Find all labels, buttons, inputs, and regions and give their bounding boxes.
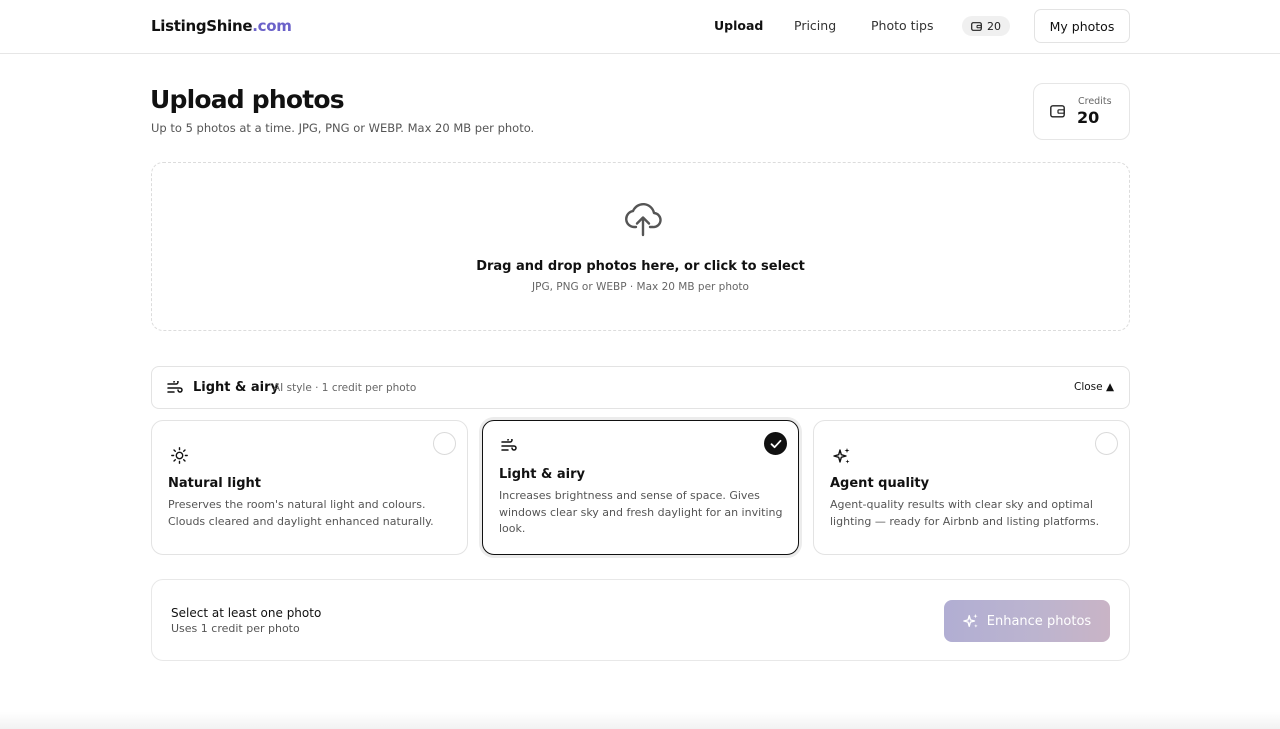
nav-photo-tips[interactable]: Photo tips <box>871 18 933 33</box>
style-option-light-airy[interactable]: Light & airy Increases brightness and se… <box>482 420 799 555</box>
enhance-photos-label: Enhance photos <box>986 613 1092 629</box>
my-photos-button[interactable]: My photos <box>1034 9 1130 43</box>
credit-badge-count: 20 <box>987 19 1001 33</box>
credits-value: 20 <box>1077 108 1100 127</box>
page-title: Upload photos <box>150 85 345 114</box>
wallet-icon <box>1050 105 1065 118</box>
style-option-description: Increases brightness and sense of space.… <box>499 489 783 535</box>
cloud-upload-icon <box>625 202 662 237</box>
credits-label: Credits <box>1078 96 1112 107</box>
style-radio-checked[interactable] <box>764 432 787 455</box>
action-bar: Select at least one photo Uses 1 credit … <box>151 579 1130 661</box>
credit-usage-note: Uses 1 credit per photo <box>171 622 300 635</box>
style-option-title: Light & airy <box>499 467 586 482</box>
credit-badge[interactable]: 20 <box>962 16 1010 36</box>
style-selector-bar[interactable]: Light & airy AI style · 1 credit per pho… <box>151 366 1130 409</box>
credits-card: Credits 20 <box>1033 83 1130 140</box>
wind-icon <box>167 381 183 393</box>
style-meta: AI style · 1 credit per photo <box>273 382 417 394</box>
style-radio[interactable] <box>433 432 456 455</box>
current-style-name: Light & airy <box>193 380 280 395</box>
selection-status: Select at least one photo <box>171 606 322 620</box>
logo-main: ListingShine <box>151 17 253 35</box>
logo[interactable]: ListingShine.com <box>151 17 292 35</box>
style-option-agent-quality[interactable]: Agent quality Agent-quality results with… <box>813 420 1130 555</box>
top-header: ListingShine.com Upload Pricing Photo ti… <box>0 0 1280 54</box>
sun-icon <box>171 447 188 464</box>
nav-upload[interactable]: Upload <box>714 18 763 33</box>
wind-icon <box>501 439 517 451</box>
sparkles-icon <box>962 613 978 628</box>
photo-dropzone[interactable]: Drag and drop photos here, or click to s… <box>151 162 1130 331</box>
style-radio[interactable] <box>1095 432 1118 455</box>
dropzone-title: Drag and drop photos here, or click to s… <box>476 259 805 274</box>
footer-edge <box>0 712 1280 729</box>
dropzone-subtitle: JPG, PNG or WEBP · Max 20 MB per photo <box>532 281 749 293</box>
close-style-panel-button[interactable]: Close ▲ <box>1074 381 1114 393</box>
enhance-photos-button[interactable]: Enhance photos <box>944 600 1110 642</box>
page-subtitle: Up to 5 photos at a time. JPG, PNG or WE… <box>151 121 535 135</box>
style-option-description: Agent-quality results with clear sky and… <box>830 498 1100 528</box>
style-option-natural-light[interactable]: Natural light Preserves the room's natur… <box>151 420 468 555</box>
logo-tld: .com <box>252 17 292 35</box>
check-icon <box>770 439 781 448</box>
style-option-title: Agent quality <box>830 476 930 491</box>
style-option-title: Natural light <box>168 476 261 491</box>
wallet-icon <box>971 21 982 31</box>
style-option-description: Preserves the room's natural light and c… <box>168 498 434 528</box>
nav-pricing[interactable]: Pricing <box>794 18 836 33</box>
sparkles-icon <box>833 448 850 464</box>
